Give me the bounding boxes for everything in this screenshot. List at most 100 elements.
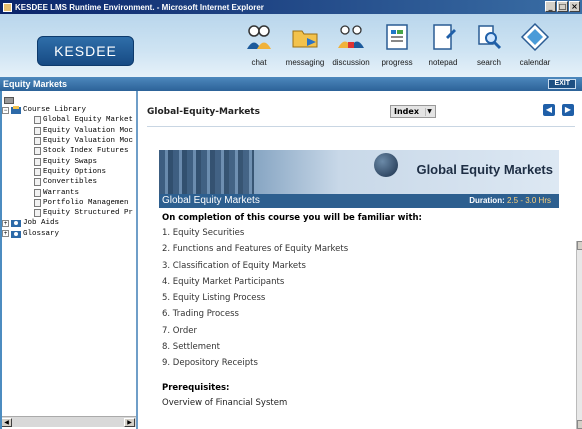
banner-bar-title: Global Equity Markets bbox=[162, 195, 260, 206]
index-label: Index bbox=[394, 107, 419, 116]
tree-root-label: Course Library bbox=[23, 106, 87, 115]
exit-button[interactable]: EXIT bbox=[548, 79, 576, 89]
tree-item-label: Convertibles bbox=[43, 178, 98, 187]
tool-search-label: search bbox=[476, 58, 501, 67]
window-title: KESDEE LMS Runtime Environment. - Micros… bbox=[15, 2, 264, 12]
toolbar: chat messaging discussion progress notep… bbox=[236, 16, 558, 67]
previous-page-button[interactable]: ◀ bbox=[543, 104, 555, 116]
notepad-icon bbox=[433, 24, 456, 50]
index-dropdown[interactable]: Index ▼ bbox=[390, 105, 436, 118]
tree-item[interactable]: Portfolio Managemen bbox=[2, 198, 136, 208]
tree-item-label: Global Equity Market bbox=[43, 116, 134, 125]
banner-title: Global Equity Markets bbox=[416, 162, 553, 177]
document-icon bbox=[34, 157, 41, 166]
tree-item-label: Equity Swaps bbox=[43, 157, 98, 166]
content-pane: Global-Equity-Markets Index ▼ ◀ ▶ Global… bbox=[140, 91, 582, 429]
tree-item-label: Equity Valuation Moc bbox=[43, 137, 134, 146]
tool-messaging-label: messaging bbox=[285, 58, 325, 67]
topic-item: 5. Equity Listing Process bbox=[162, 293, 266, 304]
left-edge-accent bbox=[0, 91, 2, 429]
tree-item[interactable]: Equity Valuation Moc bbox=[2, 126, 136, 136]
document-icon bbox=[34, 209, 41, 218]
library-icon bbox=[11, 106, 21, 115]
section-title: Equity Markets bbox=[3, 79, 68, 89]
tree-item-label: Warrants bbox=[43, 188, 80, 197]
course-intro: On completion of this course you will be… bbox=[162, 213, 422, 223]
header-divider bbox=[147, 126, 575, 127]
calendar-icon bbox=[520, 22, 550, 52]
tree-horizontal-scrollbar[interactable]: ◀ ▶ bbox=[0, 416, 136, 427]
tool-messaging[interactable]: messaging bbox=[282, 16, 328, 67]
prerequisites-value: Overview of Financial System bbox=[162, 398, 288, 408]
document-icon bbox=[34, 137, 41, 146]
tool-notepad[interactable]: notepad bbox=[420, 16, 466, 67]
ie-app-icon bbox=[3, 2, 12, 12]
glossary-icon bbox=[11, 230, 21, 238]
tool-calendar-label: calendar bbox=[519, 58, 551, 67]
search-icon bbox=[478, 25, 502, 50]
tree-item[interactable]: Warrants bbox=[2, 187, 136, 197]
tool-discussion[interactable]: discussion bbox=[328, 16, 374, 67]
close-button[interactable]: × bbox=[569, 1, 580, 12]
globe-image bbox=[374, 153, 398, 177]
document-icon bbox=[34, 188, 41, 197]
scroll-left-icon[interactable]: ◀ bbox=[1, 418, 12, 427]
chevron-down-icon: ▼ bbox=[425, 108, 433, 116]
duration-value: 2.5 - 3.0 Hrs bbox=[506, 196, 551, 205]
tool-progress[interactable]: progress bbox=[374, 16, 420, 67]
tree-item[interactable]: Convertibles bbox=[2, 177, 136, 187]
scroll-down-icon[interactable] bbox=[577, 420, 582, 429]
tree-item[interactable]: Global Equity Market bbox=[2, 115, 136, 125]
maximize-button[interactable]: □ bbox=[557, 1, 568, 12]
tool-search[interactable]: search bbox=[466, 16, 512, 67]
section-bar: Equity Markets EXIT bbox=[0, 77, 582, 91]
next-page-button[interactable]: ▶ bbox=[562, 104, 574, 116]
tree-job-aids-label: Job Aids bbox=[23, 219, 60, 228]
tree-glossary[interactable]: + Glossary bbox=[2, 229, 136, 239]
page-title: Global-Equity-Markets bbox=[147, 107, 260, 117]
course-duration: Duration: 2.5 - 3.0 Hrs bbox=[469, 194, 551, 208]
document-icon bbox=[34, 116, 41, 125]
chat-icon bbox=[247, 25, 271, 49]
topic-item: 6. Trading Process bbox=[162, 309, 239, 320]
document-icon bbox=[34, 147, 41, 156]
tree-item[interactable]: Equity Structured Pr bbox=[2, 208, 136, 218]
tree-item-label: Equity Valuation Moc bbox=[43, 126, 134, 135]
document-icon bbox=[34, 126, 41, 135]
content-vertical-scrollbar[interactable] bbox=[576, 241, 582, 429]
messaging-icon bbox=[292, 30, 318, 48]
tree-item-label: Portfolio Managemen bbox=[43, 198, 129, 207]
topic-item: 2. Functions and Features of Equity Mark… bbox=[162, 244, 349, 255]
topic-list: 1. Equity Securities 2. Functions and Fe… bbox=[162, 228, 348, 375]
kesdee-logo: KESDEE bbox=[37, 36, 134, 66]
progress-icon bbox=[386, 24, 408, 50]
tool-progress-label: progress bbox=[381, 58, 413, 67]
document-icon bbox=[34, 178, 41, 187]
tree-item[interactable]: Equity Swaps bbox=[2, 156, 136, 166]
window-controls: _ □ × bbox=[545, 1, 580, 12]
document-icon bbox=[34, 167, 41, 176]
banner-bar: Global Equity Markets Duration: 2.5 - 3.… bbox=[159, 194, 559, 208]
tree-item-label: Stock Index Futures bbox=[43, 147, 129, 156]
tree-item[interactable]: Equity Options bbox=[2, 167, 136, 177]
minimize-button[interactable]: _ bbox=[545, 1, 556, 12]
tool-calendar[interactable]: calendar bbox=[512, 16, 558, 67]
library-drive-icon bbox=[4, 97, 14, 104]
tree-job-aids[interactable]: + Job Aids bbox=[2, 218, 136, 228]
window-title-bar: KESDEE LMS Runtime Environment. - Micros… bbox=[0, 0, 582, 14]
topic-item: 9. Depository Receipts bbox=[162, 358, 258, 369]
tool-chat[interactable]: chat bbox=[236, 16, 282, 67]
tree-item[interactable]: Equity Valuation Moc bbox=[2, 136, 136, 146]
tree-item[interactable]: Stock Index Futures bbox=[2, 146, 136, 156]
tree-root[interactable]: − Course Library bbox=[2, 105, 136, 115]
job-aids-icon bbox=[11, 220, 21, 228]
collapse-icon[interactable]: − bbox=[2, 106, 9, 114]
app-header: KESDEE chat messaging discussion progres… bbox=[0, 14, 582, 77]
tree-item-label: Equity Structured Pr bbox=[43, 209, 134, 218]
document-icon bbox=[34, 198, 41, 207]
scroll-right-icon[interactable]: ▶ bbox=[124, 418, 135, 427]
expand-icon[interactable]: + bbox=[2, 219, 9, 227]
topic-item: 7. Order bbox=[162, 325, 197, 336]
expand-icon[interactable]: + bbox=[2, 230, 9, 238]
scroll-up-icon[interactable] bbox=[577, 241, 582, 250]
